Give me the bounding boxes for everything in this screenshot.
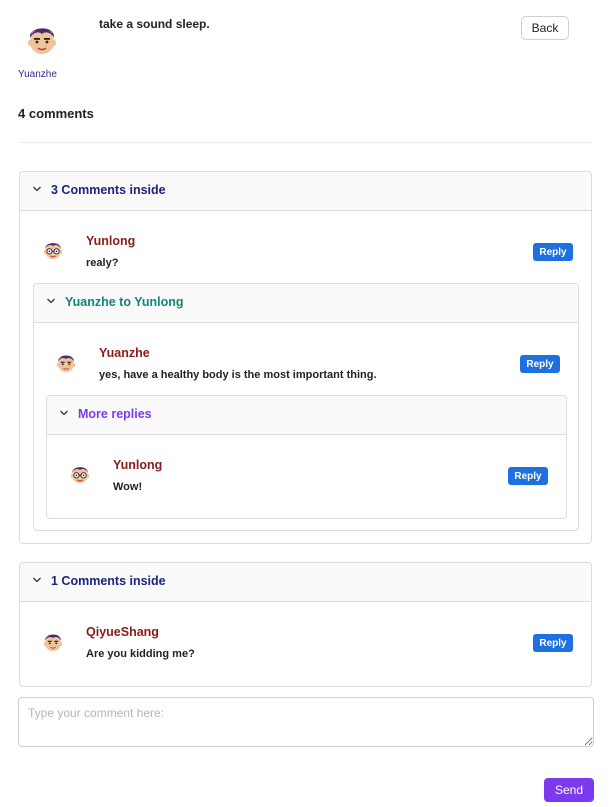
divider (18, 142, 592, 143)
comment-avatar (40, 629, 66, 655)
comment-avatar (53, 350, 79, 376)
post-author-name: Yuanzhe (18, 69, 57, 80)
thread-panel: 3 Comments inside Yunlong realy? Reply Y… (19, 171, 592, 544)
thread-header[interactable]: 1 Comments inside (20, 563, 591, 602)
comment-text: realy? (86, 257, 119, 269)
comment-author: QiyueShang (86, 625, 159, 639)
sub-thread-panel: Yuanzhe to Yunlong Yuanzhe yes, have a h… (33, 283, 579, 531)
thread-title: 3 Comments inside (51, 183, 166, 197)
comment-author: Yunlong (113, 458, 163, 472)
comments-count: 4 comments (18, 106, 94, 121)
reply-button[interactable]: Reply (533, 634, 573, 652)
comment-text: yes, have a healthy body is the most imp… (99, 369, 377, 381)
chevron-down-icon[interactable] (59, 408, 69, 418)
chevron-down-icon[interactable] (32, 184, 42, 194)
reply-button[interactable]: Reply (508, 467, 548, 485)
sub-thread-title: Yuanzhe to Yunlong (65, 295, 184, 309)
chevron-down-icon[interactable] (32, 575, 42, 585)
thread-title: 1 Comments inside (51, 574, 166, 588)
post-text: take a sound sleep. (99, 17, 210, 31)
reply-button[interactable]: Reply (533, 243, 573, 261)
comment-avatar (40, 237, 66, 263)
comment-author: Yuanzhe (99, 346, 150, 360)
thread-header[interactable]: 3 Comments inside (20, 172, 591, 211)
comment-input[interactable] (18, 697, 594, 747)
comment-text: Are you kidding me? (86, 648, 195, 660)
thread-panel: 1 Comments inside QiyueShang Are you kid… (19, 562, 592, 687)
send-button[interactable]: Send (544, 778, 594, 802)
comment-text: Wow! (113, 481, 143, 493)
sub-thread-header[interactable]: Yuanzhe to Yunlong (34, 284, 578, 323)
chevron-down-icon[interactable] (46, 296, 56, 306)
post-author-avatar (22, 20, 62, 60)
more-replies-header[interactable]: More replies (47, 396, 566, 435)
back-button[interactable]: Back (521, 16, 569, 40)
reply-button[interactable]: Reply (520, 355, 560, 373)
more-replies-title: More replies (78, 407, 152, 421)
comment-author: Yunlong (86, 234, 136, 248)
more-replies-panel: More replies Yunlong Wow! Reply (46, 395, 567, 519)
comment-avatar (67, 461, 93, 487)
